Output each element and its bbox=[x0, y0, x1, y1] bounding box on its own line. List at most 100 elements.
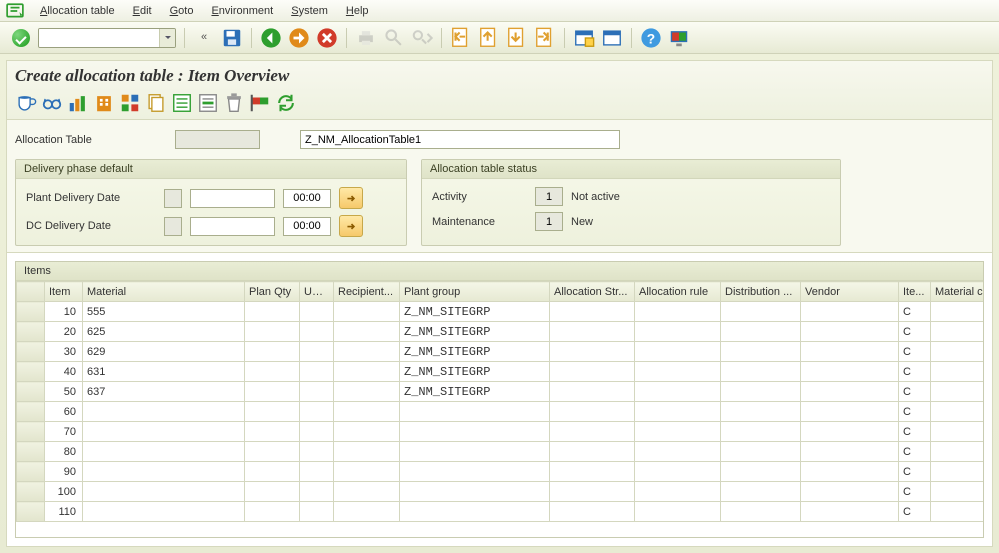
cell-vendor[interactable] bbox=[801, 322, 899, 342]
col-plantgroup[interactable]: Plant group bbox=[400, 282, 550, 302]
cell-dist[interactable] bbox=[721, 482, 801, 502]
table-row[interactable]: 10555Z_NM_SITEGRPC bbox=[17, 302, 984, 322]
last-page-button[interactable] bbox=[534, 27, 556, 49]
tool-overview-button[interactable] bbox=[41, 92, 63, 114]
dc-delivery-details-button[interactable] bbox=[339, 215, 363, 237]
row-selector[interactable] bbox=[17, 502, 45, 522]
cell-material[interactable] bbox=[83, 482, 245, 502]
cell-item[interactable]: 10 bbox=[45, 302, 83, 322]
cell-allocstr[interactable] bbox=[550, 382, 635, 402]
tool-site-button[interactable] bbox=[93, 92, 115, 114]
cell-recipient[interactable] bbox=[334, 362, 400, 382]
cell-recipient[interactable] bbox=[334, 482, 400, 502]
cell-ite[interactable]: C bbox=[899, 402, 931, 422]
cell-uni[interactable] bbox=[300, 502, 334, 522]
cell-dist[interactable] bbox=[721, 422, 801, 442]
row-selector[interactable] bbox=[17, 442, 45, 462]
back-all-button[interactable]: « bbox=[193, 27, 215, 49]
cell-planqty[interactable] bbox=[245, 362, 300, 382]
row-selector[interactable] bbox=[17, 422, 45, 442]
shortcut-button[interactable] bbox=[601, 27, 623, 49]
cell-vendor[interactable] bbox=[801, 482, 899, 502]
cell-vendor[interactable] bbox=[801, 462, 899, 482]
cell-matc[interactable] bbox=[931, 402, 984, 422]
cell-allocstr[interactable] bbox=[550, 322, 635, 342]
cell-vendor[interactable] bbox=[801, 362, 899, 382]
cell-allocrule[interactable] bbox=[635, 502, 721, 522]
cell-plantgroup[interactable] bbox=[400, 442, 550, 462]
cell-recipient[interactable] bbox=[334, 462, 400, 482]
col-allocstr[interactable]: Allocation Str... bbox=[550, 282, 635, 302]
row-selector[interactable] bbox=[17, 402, 45, 422]
cell-material[interactable]: 629 bbox=[83, 342, 245, 362]
row-selector[interactable] bbox=[17, 482, 45, 502]
plant-delivery-phase[interactable] bbox=[164, 189, 182, 208]
cell-plantgroup[interactable] bbox=[400, 482, 550, 502]
cell-recipient[interactable] bbox=[334, 342, 400, 362]
tool-details-button[interactable] bbox=[15, 92, 37, 114]
cell-item[interactable]: 80 bbox=[45, 442, 83, 462]
cell-ite[interactable]: C bbox=[899, 502, 931, 522]
prev-page-button[interactable] bbox=[478, 27, 500, 49]
cell-ite[interactable]: C bbox=[899, 322, 931, 342]
cell-allocrule[interactable] bbox=[635, 402, 721, 422]
allocation-table-name[interactable] bbox=[300, 130, 620, 149]
cell-allocstr[interactable] bbox=[550, 302, 635, 322]
cell-matc[interactable] bbox=[931, 322, 984, 342]
cell-recipient[interactable] bbox=[334, 422, 400, 442]
cell-planqty[interactable] bbox=[245, 462, 300, 482]
row-selector[interactable] bbox=[17, 302, 45, 322]
table-row[interactable]: 70C bbox=[17, 422, 984, 442]
cell-ite[interactable]: C bbox=[899, 302, 931, 322]
plant-delivery-date-input[interactable] bbox=[190, 189, 275, 208]
col-ite[interactable]: Ite... bbox=[899, 282, 931, 302]
cell-material[interactable] bbox=[83, 422, 245, 442]
cell-uni[interactable] bbox=[300, 402, 334, 422]
menu-environment[interactable]: Environment bbox=[209, 5, 275, 17]
row-selector[interactable] bbox=[17, 462, 45, 482]
new-session-button[interactable] bbox=[573, 27, 595, 49]
cell-material[interactable]: 637 bbox=[83, 382, 245, 402]
cell-matc[interactable] bbox=[931, 462, 984, 482]
cell-planqty[interactable] bbox=[245, 482, 300, 502]
command-dropdown[interactable] bbox=[159, 29, 175, 47]
row-selector[interactable] bbox=[17, 382, 45, 402]
cell-dist[interactable] bbox=[721, 322, 801, 342]
tool-insert-button[interactable] bbox=[197, 92, 219, 114]
back-button[interactable] bbox=[260, 27, 282, 49]
cell-recipient[interactable] bbox=[334, 402, 400, 422]
cell-dist[interactable] bbox=[721, 502, 801, 522]
cell-dist[interactable] bbox=[721, 382, 801, 402]
cell-material[interactable] bbox=[83, 402, 245, 422]
cell-recipient[interactable] bbox=[334, 302, 400, 322]
menu-allocation-table[interactable]: Allocation table bbox=[38, 5, 117, 17]
cell-dist[interactable] bbox=[721, 362, 801, 382]
cell-plantgroup[interactable]: Z_NM_SITEGRP bbox=[400, 382, 550, 402]
cell-matc[interactable] bbox=[931, 502, 984, 522]
cell-dist[interactable] bbox=[721, 442, 801, 462]
cell-item[interactable]: 110 bbox=[45, 502, 83, 522]
cell-dist[interactable] bbox=[721, 402, 801, 422]
cell-plantgroup[interactable]: Z_NM_SITEGRP bbox=[400, 322, 550, 342]
dc-delivery-date-input[interactable] bbox=[190, 217, 275, 236]
col-vendor[interactable]: Vendor bbox=[801, 282, 899, 302]
cell-uni[interactable] bbox=[300, 482, 334, 502]
cell-vendor[interactable] bbox=[801, 442, 899, 462]
col-uni[interactable]: Uni... bbox=[300, 282, 334, 302]
cancel-button[interactable] bbox=[316, 27, 338, 49]
cell-matc[interactable] bbox=[931, 362, 984, 382]
cell-matc[interactable] bbox=[931, 442, 984, 462]
row-selector[interactable] bbox=[17, 362, 45, 382]
table-row[interactable]: 60C bbox=[17, 402, 984, 422]
cell-matc[interactable] bbox=[931, 382, 984, 402]
cell-material[interactable] bbox=[83, 462, 245, 482]
cell-planqty[interactable] bbox=[245, 442, 300, 462]
cell-allocrule[interactable] bbox=[635, 442, 721, 462]
cell-planqty[interactable] bbox=[245, 342, 300, 362]
cell-recipient[interactable] bbox=[334, 502, 400, 522]
dc-delivery-time-input[interactable] bbox=[283, 217, 331, 236]
table-row[interactable]: 40631Z_NM_SITEGRPC bbox=[17, 362, 984, 382]
cell-planqty[interactable] bbox=[245, 422, 300, 442]
dc-delivery-phase[interactable] bbox=[164, 217, 182, 236]
cell-ite[interactable]: C bbox=[899, 442, 931, 462]
